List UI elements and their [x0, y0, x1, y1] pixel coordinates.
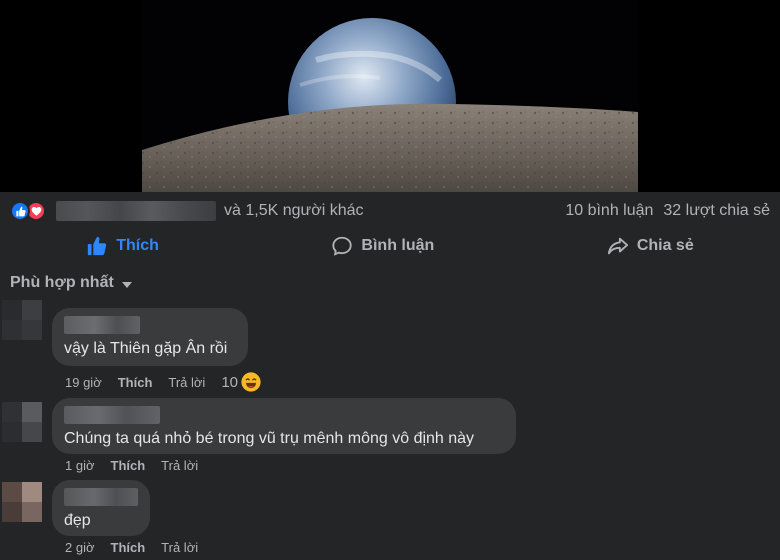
comment-sort-dropdown[interactable]: Phù hợp nhất — [10, 274, 132, 292]
post-stats: và 1,5K người khác 10 bình luận 32 lượt … — [10, 198, 770, 224]
comment-meta: 19 giờ Thích Trả lời 10 — [65, 371, 262, 393]
reactions-count-text: và 1,5K người khác — [224, 202, 364, 219]
caret-down-icon — [121, 282, 132, 288]
comment-bubble: Chúng ta quá nhỏ bé trong vũ trụ mênh mô… — [52, 398, 516, 454]
comment-like-link[interactable]: Thích — [111, 540, 146, 555]
comment-time[interactable]: 19 giờ — [65, 375, 102, 390]
post-photo[interactable] — [0, 0, 780, 192]
share-arrow-icon — [607, 237, 628, 255]
author-name-blurred[interactable] — [64, 488, 138, 506]
avatar[interactable] — [2, 300, 42, 340]
comment-time[interactable]: 1 giờ — [65, 458, 95, 473]
comment-reaction-count[interactable]: 10 — [221, 371, 262, 393]
share-button-label: Chia sẻ — [636, 237, 694, 254]
earthrise-image — [142, 0, 638, 192]
reactions-summary[interactable]: và 1,5K người khác — [10, 201, 364, 221]
like-button-label: Thích — [116, 237, 159, 254]
avatar[interactable] — [2, 482, 42, 522]
comments-count-link[interactable]: 10 bình luận — [565, 202, 653, 220]
comment-sort-label: Phù hợp nhất — [10, 274, 114, 291]
comment-time[interactable]: 2 giờ — [65, 540, 95, 555]
comment-reply-link[interactable]: Trả lời — [161, 458, 198, 473]
author-name-blurred[interactable] — [64, 406, 160, 424]
comment-button-label: Bình luận — [361, 237, 435, 254]
avatar[interactable] — [2, 402, 42, 442]
comment-meta: 2 giờ Thích Trả lời — [65, 540, 214, 555]
like-reaction-icon — [10, 201, 30, 221]
laughing-emoji-icon — [241, 372, 261, 392]
shares-count-link[interactable]: 32 lượt chia sẻ — [663, 202, 770, 220]
reaction-count-value: 10 — [221, 373, 239, 391]
comment-bubble: vậy là Thiên gặp Ân rồi — [52, 308, 248, 366]
comment-bubble: đẹp — [52, 480, 150, 536]
comment-text: vậy là Thiên gặp Ân rồi — [64, 340, 228, 357]
author-name-blurred[interactable] — [64, 316, 140, 334]
like-button[interactable]: Thích — [86, 235, 159, 257]
comment-meta: 1 giờ Thích Trả lời — [65, 458, 214, 473]
comment-reply-link[interactable]: Trả lời — [161, 540, 198, 555]
share-button[interactable]: Chia sẻ — [607, 235, 694, 257]
reactor-name-blurred — [56, 201, 216, 221]
comment-like-link[interactable]: Thích — [111, 458, 146, 473]
comment-bubble-icon — [332, 236, 353, 256]
post-action-bar: Thích Bình luận Chia sẻ — [0, 228, 780, 264]
comment-text: đẹp — [64, 512, 91, 529]
thumbs-up-icon — [88, 236, 107, 256]
comment-like-link[interactable]: Thích — [118, 375, 153, 390]
comment-reply-link[interactable]: Trả lời — [168, 375, 205, 390]
comment-button[interactable]: Bình luận — [331, 235, 434, 257]
comment-text: Chúng ta quá nhỏ bé trong vũ trụ mênh mô… — [64, 430, 475, 447]
